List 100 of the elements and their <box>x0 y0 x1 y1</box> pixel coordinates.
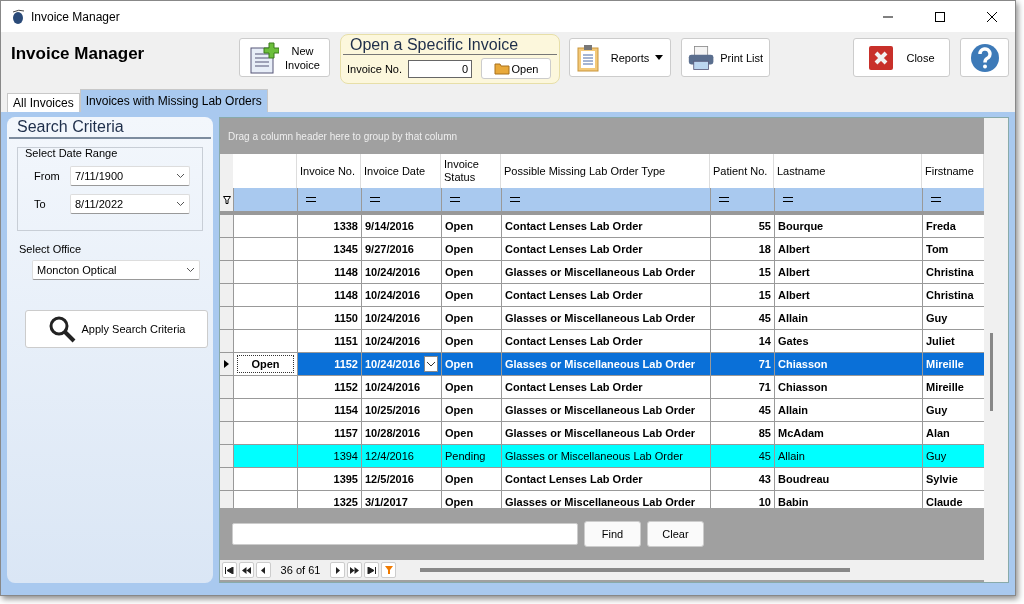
open-button[interactable]: Open <box>481 58 552 79</box>
table-cell: Open <box>442 353 502 375</box>
search-icon <box>47 315 76 343</box>
table-row[interactable]: 1345 9/27/2016 Open Contact Lenses Lab Order 18 Albert Tom <box>220 238 984 261</box>
table-row[interactable]: 1148 10/24/2016 Open Glasses or Miscellaneous Lab Order 15 Albert Christina <box>220 261 984 284</box>
apply-search-button[interactable]: Apply Search Criteria <box>25 310 208 348</box>
equals-filter-icon[interactable] <box>931 197 941 202</box>
last-icon <box>367 566 376 574</box>
table-row[interactable]: 1338 9/14/2016 Open Contact Lenses Lab Order 55 Bourque Freda <box>220 215 984 238</box>
table-cell: 1150 <box>298 307 362 329</box>
equals-filter-icon[interactable] <box>719 197 729 202</box>
caret-icon[interactable] <box>424 356 438 372</box>
first-icon <box>225 566 234 574</box>
table-cell: Albert <box>775 238 923 260</box>
table-cell: 12/4/2016 <box>362 445 442 467</box>
table-cell: 71 <box>711 353 775 375</box>
to-date-field[interactable]: 8/11/2022 <box>70 194 190 214</box>
current-row-icon <box>224 360 229 368</box>
table-row[interactable]: Open 1152 10/24/2016 Open Glasses or Miscellaneous Lab Order 71 Chiasson Mireille <box>220 353 984 376</box>
clear-button[interactable]: Clear <box>647 521 704 547</box>
equals-filter-icon[interactable] <box>450 197 460 202</box>
table-row[interactable]: 1151 10/24/2016 Open Contact Lenses Lab Order 14 Gates Juliet <box>220 330 984 353</box>
office-dropdown[interactable]: Moncton Optical <box>32 260 200 280</box>
office-label: Select Office <box>19 243 83 255</box>
panel-title: Open a Specific Invoice <box>343 35 557 55</box>
table-cell: 1394 <box>298 445 362 467</box>
table-cell: Open <box>442 284 502 306</box>
reports-button[interactable]: Reports <box>569 38 671 77</box>
table-cell: Albert <box>775 284 923 306</box>
next-record-button[interactable] <box>330 562 345 578</box>
table-cell: 10/24/2016 <box>362 376 442 398</box>
table-row[interactable]: 1152 10/24/2016 Open Contact Lenses Lab Order 71 Chiasson Mireille <box>220 376 984 399</box>
find-field[interactable] <box>232 523 578 545</box>
table-cell: Glasses or Miscellaneous Lab Order <box>502 491 711 508</box>
previous-record-button[interactable] <box>256 562 271 578</box>
table-row[interactable]: 1157 10/28/2016 Open Glasses or Miscellaneous Lab Order 85 McAdam Alan <box>220 422 984 445</box>
caret-icon <box>176 201 185 207</box>
first-record-button[interactable] <box>222 562 237 578</box>
table-cell: Bourque <box>775 215 923 237</box>
table-row[interactable]: 1394 12/4/2016 Pending Glasses or Miscellaneous Lab Order 45 Allain Guy <box>220 445 984 468</box>
table-cell: Chiasson <box>775 376 923 398</box>
next-icon <box>333 565 342 575</box>
table-row[interactable]: 1154 10/25/2016 Open Glasses or Miscellaneous Lab Order 45 Allain Guy <box>220 399 984 422</box>
table-cell: 10/24/2016 <box>362 261 442 283</box>
table-cell: 43 <box>711 468 775 490</box>
table-cell: Contact Lenses Lab Order <box>502 238 711 260</box>
table-cell: Glasses or Miscellaneous Lab Order <box>502 353 711 375</box>
invoice-number-field[interactable]: 0 <box>408 59 473 78</box>
record-position: 36 of 61 <box>279 564 322 576</box>
next-page-button[interactable] <box>347 562 362 578</box>
table-cell: 1345 <box>298 238 362 260</box>
close-icon[interactable] <box>987 11 997 22</box>
table-cell: 12/5/2016 <box>362 468 442 490</box>
tab[interactable]: All Invoices <box>7 93 80 112</box>
from-date-field[interactable]: 7/11/1900 <box>70 166 190 186</box>
table-row[interactable]: 1395 12/5/2016 Open Contact Lenses Lab Order 43 Boudreau Sylvie <box>220 468 984 491</box>
table-cell: Glasses or Miscellaneous Lab Order <box>502 422 711 444</box>
table-cell: Contact Lenses Lab Order <box>502 376 711 398</box>
last-record-button[interactable] <box>364 562 379 578</box>
table-cell: 1325 <box>298 491 362 508</box>
close-app-button[interactable]: Close <box>853 38 950 77</box>
close-icon <box>868 44 895 71</box>
table-cell: Contact Lenses Lab Order <box>502 284 711 306</box>
print-list-button[interactable]: Print List <box>681 38 770 77</box>
document-plus-icon <box>249 41 280 74</box>
table-row[interactable]: 1150 10/24/2016 Open Glasses or Miscellaneous Lab Order 45 Allain Guy <box>220 307 984 330</box>
horizontal-scrollbar[interactable] <box>420 568 850 572</box>
table-cell: 1152 <box>298 376 362 398</box>
table-cell: 1157 <box>298 422 362 444</box>
equals-filter-icon[interactable] <box>306 197 316 202</box>
equals-filter-icon[interactable] <box>783 197 793 202</box>
previous-page-button[interactable] <box>239 562 254 578</box>
row-open-button[interactable]: Open <box>237 355 294 373</box>
group-label: Select Date Range <box>25 147 118 159</box>
table-cell: 10 <box>711 491 775 508</box>
table-cell: Open <box>442 261 502 283</box>
table-cell: 10/25/2016 <box>362 399 442 421</box>
maximize-icon[interactable] <box>935 11 945 22</box>
table-cell: 15 <box>711 284 775 306</box>
equals-filter-icon[interactable] <box>510 197 520 202</box>
help-icon <box>969 42 1000 73</box>
table-cell: Contact Lenses Lab Order <box>502 330 711 352</box>
table-cell: Allain <box>775 307 923 329</box>
invoice-number-label: Invoice No. <box>347 62 403 75</box>
tab[interactable]: Invoices with Missing Lab Orders <box>79 89 268 112</box>
table-cell: Contact Lenses Lab Order <box>502 468 711 490</box>
equals-filter-icon[interactable] <box>370 197 380 202</box>
table-cell: 45 <box>711 307 775 329</box>
table-cell: 45 <box>711 445 775 467</box>
table-cell: 55 <box>711 215 775 237</box>
filter-icon <box>384 566 393 574</box>
find-button[interactable]: Find <box>584 521 641 547</box>
table-cell: 14 <box>711 330 775 352</box>
new-invoice-button[interactable]: New Invoice <box>239 38 330 77</box>
table-cell: 1151 <box>298 330 362 352</box>
scrollbar-thumb[interactable] <box>990 333 993 411</box>
table-cell: Pending <box>442 445 502 467</box>
help-button[interactable] <box>960 38 1009 77</box>
table-row[interactable]: 1148 10/24/2016 Open Contact Lenses Lab Order 15 Albert Christina <box>220 284 984 307</box>
table-cell: 1395 <box>298 468 362 490</box>
